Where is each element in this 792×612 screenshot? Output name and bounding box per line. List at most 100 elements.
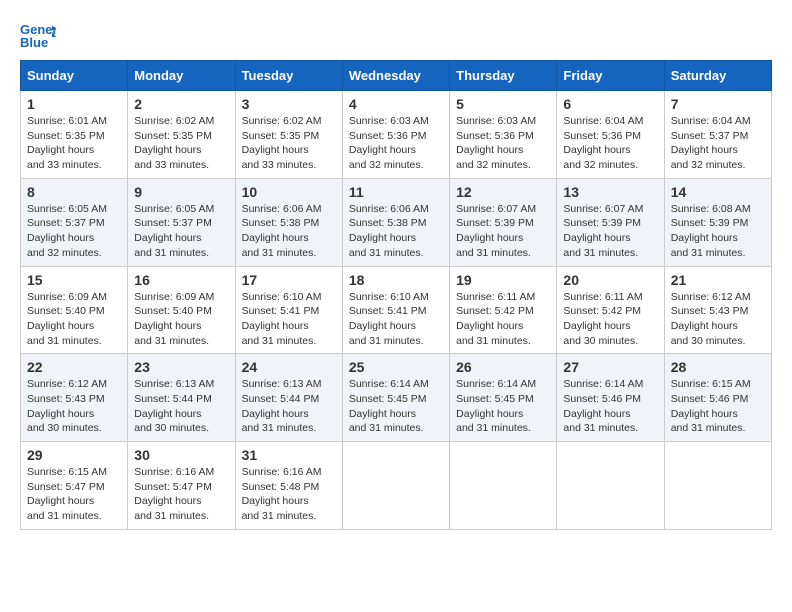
sunrise-label: Sunrise: 6:08 AM: [671, 203, 751, 215]
calendar-cell: 7 Sunrise: 6:04 AM Sunset: 5:37 PM Dayli…: [664, 91, 771, 179]
daylight-label: Daylight hours: [27, 408, 94, 420]
sunrise-label: Sunrise: 6:12 AM: [671, 291, 751, 303]
sunrise-label: Sunrise: 6:09 AM: [27, 291, 107, 303]
daylight-label: Daylight hours: [349, 232, 416, 244]
day-info: Sunrise: 6:07 AM Sunset: 5:39 PM Dayligh…: [563, 202, 657, 261]
column-header-friday: Friday: [557, 61, 664, 91]
day-number: 31: [242, 447, 336, 463]
sunrise-label: Sunrise: 6:02 AM: [242, 115, 322, 127]
day-info: Sunrise: 6:16 AM Sunset: 5:47 PM Dayligh…: [134, 465, 228, 524]
calendar-cell: 9 Sunrise: 6:05 AM Sunset: 5:37 PM Dayli…: [128, 178, 235, 266]
sunrise-label: Sunrise: 6:16 AM: [242, 466, 322, 478]
daylight-label: Daylight hours: [349, 144, 416, 156]
daylight-value: and 31 minutes.: [563, 247, 638, 259]
sunset-label: Sunset: 5:47 PM: [134, 481, 212, 493]
daylight-value: and 31 minutes.: [349, 422, 424, 434]
day-info: Sunrise: 6:01 AM Sunset: 5:35 PM Dayligh…: [27, 114, 121, 173]
calendar-week-3: 15 Sunrise: 6:09 AM Sunset: 5:40 PM Dayl…: [21, 266, 772, 354]
day-info: Sunrise: 6:11 AM Sunset: 5:42 PM Dayligh…: [456, 290, 550, 349]
logo: General Blue: [20, 20, 62, 50]
sunrise-label: Sunrise: 6:09 AM: [134, 291, 214, 303]
sunrise-label: Sunrise: 6:05 AM: [27, 203, 107, 215]
day-info: Sunrise: 6:04 AM Sunset: 5:37 PM Dayligh…: [671, 114, 765, 173]
sunset-label: Sunset: 5:36 PM: [563, 130, 641, 142]
calendar-cell: 31 Sunrise: 6:16 AM Sunset: 5:48 PM Dayl…: [235, 442, 342, 530]
calendar-week-4: 22 Sunrise: 6:12 AM Sunset: 5:43 PM Dayl…: [21, 354, 772, 442]
calendar-cell: 30 Sunrise: 6:16 AM Sunset: 5:47 PM Dayl…: [128, 442, 235, 530]
sunset-label: Sunset: 5:39 PM: [671, 217, 749, 229]
sunset-label: Sunset: 5:40 PM: [27, 305, 105, 317]
column-header-tuesday: Tuesday: [235, 61, 342, 91]
daylight-value: and 33 minutes.: [242, 159, 317, 171]
sunrise-label: Sunrise: 6:13 AM: [242, 378, 322, 390]
daylight-value: and 32 minutes.: [27, 247, 102, 259]
calendar-week-5: 29 Sunrise: 6:15 AM Sunset: 5:47 PM Dayl…: [21, 442, 772, 530]
calendar-cell: 22 Sunrise: 6:12 AM Sunset: 5:43 PM Dayl…: [21, 354, 128, 442]
daylight-label: Daylight hours: [242, 144, 309, 156]
daylight-label: Daylight hours: [563, 232, 630, 244]
sunset-label: Sunset: 5:41 PM: [242, 305, 320, 317]
daylight-value: and 31 minutes.: [27, 335, 102, 347]
day-number: 23: [134, 359, 228, 375]
calendar-cell: 15 Sunrise: 6:09 AM Sunset: 5:40 PM Dayl…: [21, 266, 128, 354]
sunset-label: Sunset: 5:41 PM: [349, 305, 427, 317]
day-number: 20: [563, 272, 657, 288]
day-number: 18: [349, 272, 443, 288]
day-number: 16: [134, 272, 228, 288]
calendar-cell: 21 Sunrise: 6:12 AM Sunset: 5:43 PM Dayl…: [664, 266, 771, 354]
day-number: 10: [242, 184, 336, 200]
daylight-value: and 30 minutes.: [27, 422, 102, 434]
column-header-sunday: Sunday: [21, 61, 128, 91]
sunrise-label: Sunrise: 6:14 AM: [456, 378, 536, 390]
day-info: Sunrise: 6:11 AM Sunset: 5:42 PM Dayligh…: [563, 290, 657, 349]
daylight-value: and 32 minutes.: [349, 159, 424, 171]
sunset-label: Sunset: 5:43 PM: [27, 393, 105, 405]
calendar-cell: 2 Sunrise: 6:02 AM Sunset: 5:35 PM Dayli…: [128, 91, 235, 179]
calendar-table: SundayMondayTuesdayWednesdayThursdayFrid…: [20, 60, 772, 530]
day-info: Sunrise: 6:10 AM Sunset: 5:41 PM Dayligh…: [242, 290, 336, 349]
daylight-label: Daylight hours: [242, 408, 309, 420]
day-info: Sunrise: 6:15 AM Sunset: 5:47 PM Dayligh…: [27, 465, 121, 524]
daylight-label: Daylight hours: [134, 144, 201, 156]
calendar-cell: 24 Sunrise: 6:13 AM Sunset: 5:44 PM Dayl…: [235, 354, 342, 442]
daylight-value: and 31 minutes.: [456, 247, 531, 259]
sunrise-label: Sunrise: 6:07 AM: [456, 203, 536, 215]
calendar-cell: 10 Sunrise: 6:06 AM Sunset: 5:38 PM Dayl…: [235, 178, 342, 266]
calendar-cell: 14 Sunrise: 6:08 AM Sunset: 5:39 PM Dayl…: [664, 178, 771, 266]
sunrise-label: Sunrise: 6:16 AM: [134, 466, 214, 478]
daylight-label: Daylight hours: [671, 408, 738, 420]
calendar-cell: 5 Sunrise: 6:03 AM Sunset: 5:36 PM Dayli…: [450, 91, 557, 179]
daylight-label: Daylight hours: [27, 144, 94, 156]
day-info: Sunrise: 6:12 AM Sunset: 5:43 PM Dayligh…: [671, 290, 765, 349]
daylight-label: Daylight hours: [456, 232, 523, 244]
sunset-label: Sunset: 5:45 PM: [456, 393, 534, 405]
day-info: Sunrise: 6:16 AM Sunset: 5:48 PM Dayligh…: [242, 465, 336, 524]
day-number: 17: [242, 272, 336, 288]
day-info: Sunrise: 6:14 AM Sunset: 5:45 PM Dayligh…: [456, 377, 550, 436]
daylight-value: and 31 minutes.: [242, 335, 317, 347]
sunrise-label: Sunrise: 6:11 AM: [563, 291, 642, 303]
calendar-cell: 1 Sunrise: 6:01 AM Sunset: 5:35 PM Dayli…: [21, 91, 128, 179]
daylight-label: Daylight hours: [563, 320, 630, 332]
calendar-cell: 26 Sunrise: 6:14 AM Sunset: 5:45 PM Dayl…: [450, 354, 557, 442]
calendar-cell: 19 Sunrise: 6:11 AM Sunset: 5:42 PM Dayl…: [450, 266, 557, 354]
daylight-label: Daylight hours: [27, 495, 94, 507]
calendar-cell: [664, 442, 771, 530]
calendar-week-1: 1 Sunrise: 6:01 AM Sunset: 5:35 PM Dayli…: [21, 91, 772, 179]
sunrise-label: Sunrise: 6:03 AM: [456, 115, 536, 127]
daylight-label: Daylight hours: [134, 232, 201, 244]
daylight-label: Daylight hours: [456, 144, 523, 156]
calendar-header-row: SundayMondayTuesdayWednesdayThursdayFrid…: [21, 61, 772, 91]
sunset-label: Sunset: 5:46 PM: [563, 393, 641, 405]
daylight-value: and 31 minutes.: [27, 510, 102, 522]
daylight-value: and 31 minutes.: [134, 247, 209, 259]
sunset-label: Sunset: 5:39 PM: [563, 217, 641, 229]
daylight-label: Daylight hours: [671, 320, 738, 332]
day-number: 8: [27, 184, 121, 200]
calendar-cell: 17 Sunrise: 6:10 AM Sunset: 5:41 PM Dayl…: [235, 266, 342, 354]
daylight-label: Daylight hours: [134, 495, 201, 507]
day-number: 30: [134, 447, 228, 463]
daylight-label: Daylight hours: [349, 320, 416, 332]
sunrise-label: Sunrise: 6:04 AM: [671, 115, 751, 127]
sunset-label: Sunset: 5:38 PM: [242, 217, 320, 229]
